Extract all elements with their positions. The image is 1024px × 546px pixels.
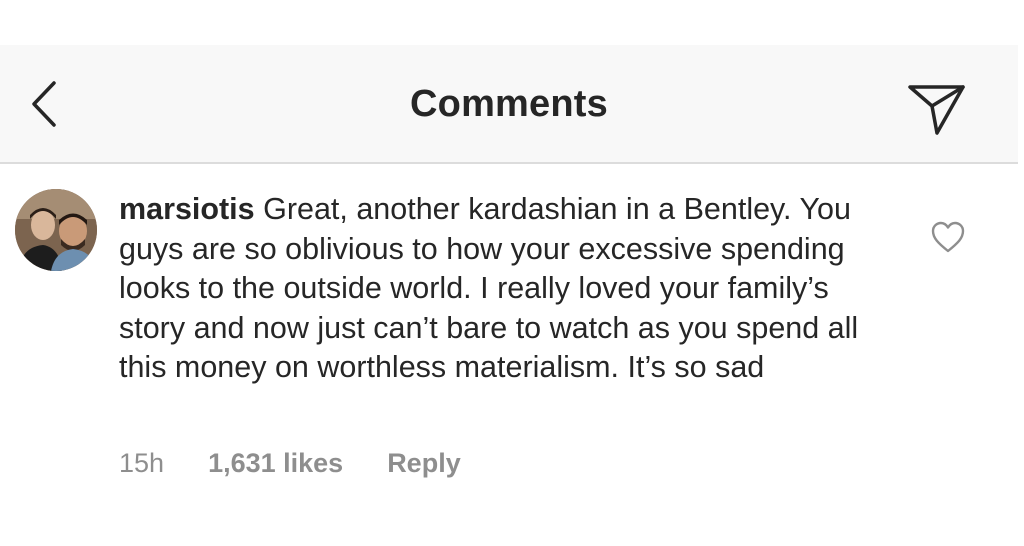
comment-meta: 15h 1,631 likes Reply — [119, 448, 461, 479]
heart-outline-icon — [931, 221, 965, 253]
top-spacer — [0, 0, 1024, 45]
like-button[interactable] — [928, 219, 968, 255]
paper-plane-icon — [908, 85, 965, 135]
comment-like-count[interactable]: 1,631 likes — [208, 448, 343, 479]
profile-photo — [15, 189, 97, 271]
avatar[interactable] — [15, 189, 97, 271]
share-button[interactable] — [905, 78, 969, 138]
comment-timestamp: 15h — [119, 448, 165, 478]
reply-button[interactable]: Reply — [387, 448, 461, 479]
comments-header: Comments — [0, 45, 1018, 164]
comment-username[interactable]: marsiotis — [119, 192, 255, 226]
comment-item: marsiotis Great, another kardashian in a… — [0, 164, 1024, 546]
comment-text: marsiotis Great, another kardashian in a… — [119, 190, 879, 388]
page-title: Comments — [410, 83, 608, 125]
